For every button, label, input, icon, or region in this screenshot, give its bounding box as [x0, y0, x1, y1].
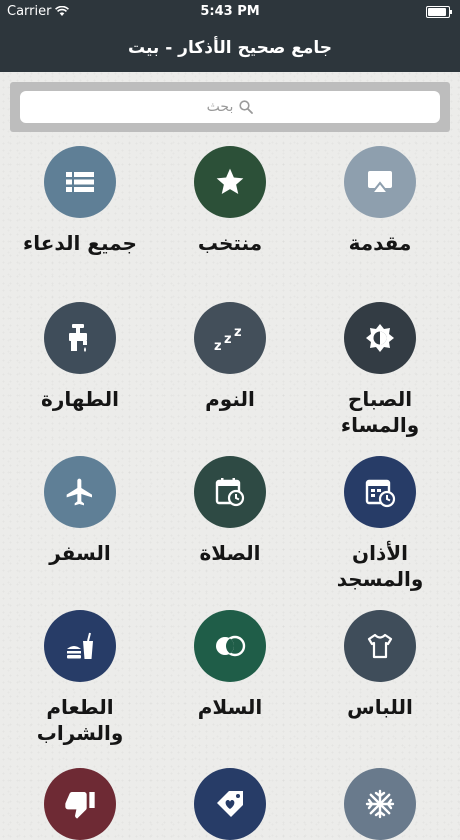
navigation-bar: Carrier 5:43 PM جامع صحيح الأذكار - بيت — [0, 0, 460, 72]
star-icon — [214, 166, 246, 198]
calendar-clock-icon — [213, 475, 247, 509]
category-tile[interactable] — [300, 768, 460, 840]
category-icon-circle — [44, 610, 116, 682]
thumbs-down-icon — [64, 788, 96, 820]
category-tile[interactable]: مقدمة — [300, 146, 460, 256]
category-tile[interactable]: اللباس — [300, 610, 460, 720]
day-night-icon — [363, 321, 397, 355]
svg-text:z: z — [234, 325, 242, 340]
category-tile[interactable]: جميع الدعاء — [0, 146, 160, 256]
category-icon-circle — [344, 610, 416, 682]
category-icon-circle — [44, 146, 116, 218]
status-bar: Carrier 5:43 PM — [0, 0, 460, 24]
category-icon-circle — [44, 768, 116, 840]
category-tile[interactable]: الصلاة — [150, 456, 310, 566]
tshirt-icon — [364, 630, 396, 662]
clock: 5:43 PM — [200, 4, 260, 19]
search-input[interactable]: بحث — [20, 91, 440, 123]
category-icon-circle — [344, 302, 416, 374]
page-title: جامع صحيح الأذكار - بيت — [127, 38, 333, 58]
list-icon — [66, 170, 94, 194]
category-tile[interactable] — [150, 768, 310, 840]
category-icon-circle: zzz — [194, 302, 266, 374]
category-label: السلام — [197, 695, 263, 719]
category-label: مقدمة — [348, 231, 412, 255]
category-tile[interactable]: السلام — [150, 610, 310, 720]
sleep-zzz-icon: zzz — [212, 323, 248, 353]
category-icon-circle — [44, 456, 116, 528]
category-tile[interactable]: منتخب — [150, 146, 310, 256]
category-icon-circle — [44, 302, 116, 374]
category-tile[interactable]: الصباح والمساء — [300, 302, 460, 438]
search-bar: بحث — [10, 82, 450, 132]
category-label: السفر — [49, 541, 111, 565]
category-label: الطهارة — [41, 387, 119, 411]
category-label: منتخب — [197, 231, 263, 255]
category-icon-circle — [344, 768, 416, 840]
category-label: اللباس — [347, 695, 413, 719]
category-label: الصلاة — [199, 541, 261, 565]
battery-icon — [426, 6, 452, 18]
rings-icon — [212, 633, 248, 659]
calendar-schedule-icon — [363, 475, 397, 509]
category-icon-circle — [194, 610, 266, 682]
search-icon — [239, 100, 254, 114]
search-placeholder: بحث — [206, 99, 234, 115]
category-label: الأذان والمسجد — [336, 541, 424, 591]
airplay-icon — [363, 165, 397, 199]
category-tile[interactable]: الطعام والشراب — [0, 610, 160, 746]
category-tile[interactable]: z z z النوم — [150, 302, 310, 412]
category-label: جميع الدعاء — [23, 231, 137, 255]
category-tile[interactable]: الطهارة — [0, 302, 160, 412]
category-icon-circle — [344, 456, 416, 528]
airplane-icon — [64, 476, 96, 508]
category-label: النوم — [205, 387, 255, 411]
category-tile[interactable]: السفر — [0, 456, 160, 566]
food-drink-icon — [63, 629, 97, 663]
snowflake-icon — [363, 787, 397, 821]
tag-heart-icon — [213, 787, 247, 821]
svg-text:z: z — [214, 339, 222, 353]
category-icon-circle — [194, 146, 266, 218]
category-label: الصباح والمساء — [340, 387, 420, 437]
category-label: الطعام والشراب — [36, 695, 124, 745]
category-icon-circle — [194, 456, 266, 528]
category-icon-circle — [344, 146, 416, 218]
category-tile[interactable] — [0, 768, 160, 840]
faucet-icon — [63, 321, 97, 355]
category-tile[interactable]: الأذان والمسجد — [300, 456, 460, 592]
category-icon-circle — [194, 768, 266, 840]
svg-text:z: z — [224, 332, 232, 347]
